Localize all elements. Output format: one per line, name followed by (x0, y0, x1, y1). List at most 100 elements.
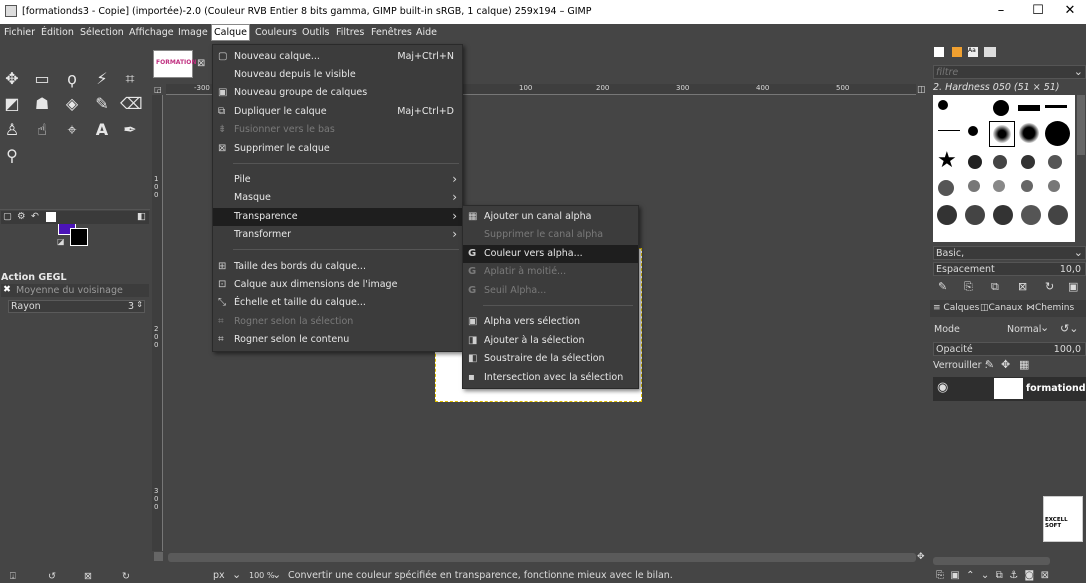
brush-filter-input[interactable]: filtre ⌄ (933, 65, 1086, 79)
duplicate-brush-icon[interactable]: ⧉ (991, 280, 999, 294)
edit-brush-icon[interactable]: ✎ (938, 280, 947, 293)
device-status-tab-icon[interactable]: ⚙ (17, 211, 26, 222)
quickmask-toggle-icon[interactable] (154, 552, 163, 561)
menu-selection[interactable]: Sélection (80, 27, 124, 38)
brush-item[interactable] (968, 180, 980, 192)
menu-item-transformer[interactable]: Transformer › (213, 226, 462, 244)
menu-item-dimensions-image[interactable]: ⊡ Calque aux dimensions de l'image (213, 276, 462, 294)
visibility-eye-icon[interactable]: ◉ (937, 380, 948, 395)
duplicate-layer-icon[interactable]: ⧉ (996, 570, 1003, 581)
crop-tool-icon[interactable]: ⌗ (120, 69, 140, 89)
brush-item[interactable] (993, 155, 1007, 169)
save-options-icon[interactable]: ⍗ (10, 571, 16, 582)
spin-arrows-icon[interactable]: ⇕ (136, 300, 143, 309)
menu-couleurs[interactable]: Couleurs (255, 27, 297, 38)
menu-affichage[interactable]: Affichage (129, 27, 174, 38)
brushes-tab-icon[interactable] (934, 47, 944, 57)
menu-item-supprimer-canal-alpha[interactable]: Supprimer le canal alpha (463, 226, 638, 244)
open-brush-icon[interactable]: ▣ (1068, 280, 1078, 293)
paths-tool-icon[interactable]: ⌖ (62, 120, 82, 140)
menu-item-fusionner[interactable]: ⇟ Fusionner vers le bas (213, 121, 462, 139)
brush-item[interactable] (1045, 105, 1067, 108)
text-tool-icon[interactable]: A (92, 120, 112, 140)
brush-item[interactable] (938, 130, 960, 131)
brush-item[interactable] (1048, 180, 1060, 192)
layer-row[interactable]: ◉ formationds3 (933, 377, 1086, 401)
brush-item[interactable] (965, 205, 985, 225)
lock-alpha-icon[interactable]: ▦ (1019, 358, 1029, 371)
delete-layer-icon[interactable]: ⊠ (1041, 570, 1049, 581)
brush-item[interactable] (937, 205, 957, 225)
brush-item[interactable] (968, 126, 978, 136)
brush-item[interactable] (1048, 205, 1068, 225)
lasso-tool-icon[interactable]: ϙ (62, 69, 82, 89)
menu-edition[interactable]: Édition (41, 27, 74, 38)
mode-select[interactable]: Normal (1007, 324, 1041, 335)
menu-fenetres[interactable]: Fenêtres (371, 27, 412, 38)
mask-layer-icon[interactable]: ◙ (1025, 570, 1035, 581)
brush-item[interactable] (968, 155, 982, 169)
reset-colors-icon[interactable]: ◪ (57, 237, 65, 246)
raise-layer-icon[interactable]: ⌃ (966, 570, 974, 581)
warp-tool-icon[interactable]: ☗ (32, 94, 52, 114)
menu-item-alpha-vers-selection[interactable]: ▣ Alpha vers sélection (463, 313, 638, 331)
paintbrush-tool-icon[interactable]: ✎ (92, 94, 112, 114)
lower-layer-icon[interactable]: ⌄ (981, 570, 989, 581)
brush-scrollbar[interactable] (1077, 95, 1085, 155)
fuzzy-select-tool-icon[interactable]: ⚡ (92, 69, 112, 89)
chevron-down-icon[interactable]: ⌄ (232, 568, 241, 581)
menu-calque[interactable]: Calque (211, 24, 250, 41)
document-history-tab-icon[interactable] (984, 47, 996, 57)
menu-item-nouveau-calque[interactable]: ▢ Nouveau calque... Maj+Ctrl+N (213, 48, 462, 66)
menu-image[interactable]: Image (178, 27, 208, 38)
brush-preset-select[interactable]: Basic, ⌄ (933, 246, 1086, 260)
smudge-tool-icon[interactable]: ☝ (32, 120, 52, 140)
anchor-layer-icon[interactable]: ⚓ (1009, 570, 1018, 581)
brush-grid[interactable]: ★ (933, 95, 1075, 242)
color-picker-tool-icon[interactable]: ✒ (120, 120, 140, 140)
menu-item-nouveau-groupe[interactable]: ▣ Nouveau groupe de calques (213, 84, 462, 102)
brush-item[interactable] (1021, 155, 1035, 169)
chevron-down-icon[interactable]: ⌄ (272, 568, 281, 581)
brush-item[interactable] (1021, 205, 1041, 225)
menu-item-intersection-selection[interactable]: ▪ Intersection avec la sélection (463, 369, 638, 387)
zoom-selector[interactable]: 100 % (249, 571, 274, 580)
menu-item-echelle[interactable]: ⤡ Échelle et taille du calque... (213, 294, 462, 312)
menu-outils[interactable]: Outils (302, 27, 329, 38)
menu-item-rogner-selection[interactable]: ⌗ Rogner selon la sélection (213, 313, 462, 331)
channels-tab[interactable]: ◫Canaux (980, 303, 1023, 313)
menu-item-soustraire-selection[interactable]: ◧ Soustraire de la sélection (463, 350, 638, 368)
tool-options-tab-icon[interactable]: ▢ (3, 211, 12, 222)
rect-select-tool-icon[interactable]: ▭ (32, 69, 52, 89)
brush-item[interactable] (1019, 123, 1039, 143)
clear-icon[interactable]: ✖ (3, 284, 11, 295)
horizontal-scrollbar[interactable] (168, 553, 916, 562)
menu-fichier[interactable]: Fichier (4, 27, 35, 38)
chevron-down-icon[interactable]: ⌄ (1040, 321, 1049, 334)
brush-item[interactable] (1021, 180, 1033, 192)
spacing-field[interactable]: Espacement 10,0 (933, 262, 1086, 276)
chevron-down-icon[interactable]: ⌄ (1074, 246, 1083, 259)
eraser-tool-icon[interactable]: ⌫ (120, 94, 143, 114)
images-tab-icon[interactable] (46, 212, 56, 222)
menu-item-taille-bords[interactable]: ⊞ Taille des bords du calque... (213, 258, 462, 276)
fonts-tab-icon[interactable]: Aa (968, 47, 978, 57)
menu-item-couleur-vers-alpha[interactable]: G Couleur vers alpha... (463, 245, 638, 263)
zoom-follow-icon[interactable]: ◫ (917, 85, 926, 95)
menu-item-pile[interactable]: Pile › (213, 171, 462, 189)
menu-item-ajouter-selection[interactable]: ◨ Ajouter à la sélection (463, 332, 638, 350)
lock-pixels-icon[interactable]: ✎ (985, 358, 994, 371)
background-color-swatch[interactable] (70, 228, 88, 246)
undo-history-tab-icon[interactable]: ↶ (31, 211, 39, 222)
brush-item[interactable] (993, 205, 1013, 225)
zoom-tool-icon[interactable]: ⚲ (2, 146, 22, 166)
menu-item-aplatir-moitie[interactable]: G Aplatir à moitié... (463, 263, 638, 281)
image-thumbnail[interactable]: FORMATION (153, 50, 196, 78)
new-layer-icon[interactable]: ⎘ (936, 570, 944, 581)
transform-tool-icon[interactable]: ◩ (2, 94, 22, 114)
composite-mode-icon[interactable]: ↺⌄ (1060, 322, 1078, 335)
brush-item-selected[interactable] (989, 121, 1015, 147)
delete-options-icon[interactable]: ⊠ (84, 571, 92, 582)
reset-options-icon[interactable]: ↻ (122, 571, 130, 582)
new-brush-icon[interactable]: ⎘ (964, 280, 973, 294)
